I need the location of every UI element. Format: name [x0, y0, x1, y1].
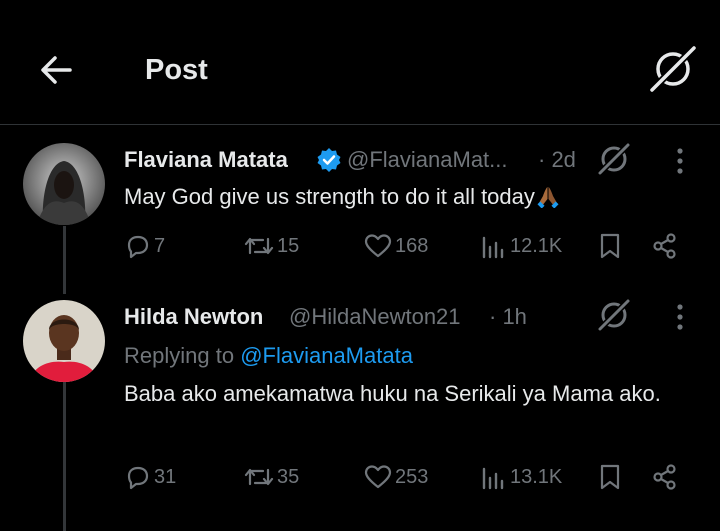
grok-icon[interactable] [597, 142, 631, 176]
repost-button[interactable]: 35 [243, 463, 299, 491]
heart-icon [364, 234, 392, 258]
post-time[interactable]: · 2d [538, 147, 576, 173]
repost-icon [244, 468, 274, 486]
thread-line [63, 226, 66, 294]
author-handle[interactable]: @HildaNewton21 [289, 304, 461, 330]
mention-link[interactable]: @FlavianaMatata [240, 343, 413, 368]
avatar[interactable] [23, 143, 105, 225]
more-vertical-icon[interactable] [675, 146, 685, 176]
like-count: 168 [395, 234, 429, 257]
folded-hands-emoji [537, 187, 559, 208]
reply-count: 7 [154, 234, 166, 257]
repost-count: 35 [277, 465, 300, 488]
top-bar: Post [0, 0, 720, 125]
grok-icon[interactable] [597, 298, 631, 332]
like-button[interactable]: 168 [363, 232, 428, 260]
repost-count: 15 [277, 234, 300, 257]
post-text: Baba ako amekamatwa huku na Serikali ya … [124, 381, 661, 406]
heart-icon [364, 465, 392, 489]
views-button[interactable]: 13.1K [480, 463, 562, 491]
avatar[interactable] [23, 300, 105, 382]
repost-icon [244, 237, 274, 255]
reply-icon [127, 466, 149, 490]
author-name[interactable]: Hilda Newton [124, 304, 263, 330]
views-count: 12.1K [510, 234, 563, 257]
share-icon[interactable] [651, 232, 679, 260]
replying-to-label: Replying to [124, 343, 241, 368]
like-count: 253 [395, 465, 429, 488]
bookmark-icon[interactable] [597, 232, 623, 260]
views-icon [482, 236, 504, 259]
share-icon[interactable] [651, 463, 679, 491]
like-button[interactable]: 253 [363, 463, 428, 491]
reply-count: 31 [154, 465, 177, 488]
views-button[interactable]: 12.1K [480, 232, 562, 260]
arrow-left-icon[interactable] [36, 50, 76, 90]
verified-badge-icon [317, 148, 341, 172]
repost-button[interactable]: 15 [243, 232, 299, 260]
author-handle[interactable]: @FlavianaMat... [347, 147, 508, 173]
post-text-content: May God give us strength to do it all to… [124, 184, 535, 209]
post-time[interactable]: · 1h [489, 304, 527, 330]
reply-button[interactable]: 7 [124, 232, 165, 260]
views-icon [482, 467, 504, 490]
reply-button[interactable]: 31 [124, 463, 176, 491]
author-name[interactable]: Flaviana Matata [124, 147, 288, 173]
reply-icon [127, 235, 149, 259]
thread-line-lower [63, 382, 66, 531]
page-title: Post [145, 54, 208, 86]
more-vertical-icon[interactable] [675, 302, 685, 332]
post-text: May God give us strength to do it all to… [124, 181, 684, 212]
bookmark-icon[interactable] [597, 463, 623, 491]
grok-icon[interactable] [648, 44, 698, 94]
replying-to: Replying to @FlavianaMatata [124, 343, 413, 369]
views-count: 13.1K [510, 465, 563, 488]
